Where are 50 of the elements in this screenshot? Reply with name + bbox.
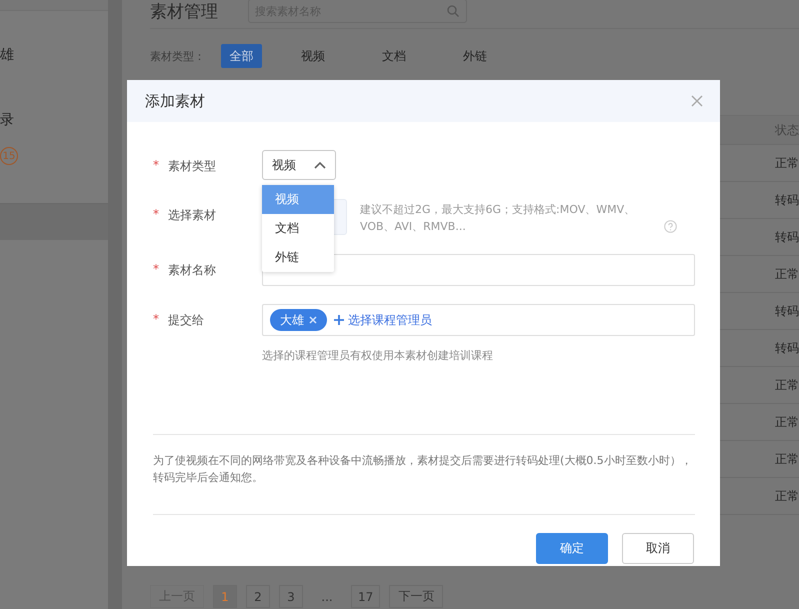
- table-cell: 正常: [775, 154, 799, 172]
- count-badge: 15: [0, 147, 18, 165]
- table-cell: 转码: [775, 340, 799, 356]
- search-icon[interactable]: [447, 5, 459, 17]
- filter-tab[interactable]: 外链: [463, 48, 544, 64]
- required-mark: *: [153, 158, 159, 174]
- required-mark: *: [153, 207, 159, 223]
- dialog-title: 添加素材: [145, 92, 205, 110]
- page-button[interactable]: 3: [279, 585, 303, 608]
- filter-tab[interactable]: 全部: [221, 44, 262, 68]
- filter-label: 素材类型：: [150, 48, 206, 64]
- confirm-button[interactable]: 确定: [536, 533, 608, 564]
- table-cell: 转码: [775, 192, 799, 208]
- pagination-ellipsis: ...: [320, 590, 334, 604]
- sidebar-item[interactable]: 录: [0, 111, 14, 129]
- plus-icon: [334, 315, 344, 325]
- filter-tab[interactable]: 文档: [382, 48, 463, 64]
- help-text: 选择的课程管理员有权使用本素材创建培训课程: [262, 348, 494, 363]
- field-label: 提交给: [168, 312, 204, 329]
- table-cell: 正常: [775, 266, 799, 282]
- table-cell: 正常: [775, 376, 799, 394]
- tag-chip[interactable]: 大雄: [270, 309, 327, 331]
- page-title: 素材管理: [150, 0, 218, 22]
- chevron-up-icon: [314, 161, 326, 169]
- table-cell: 正常: [775, 450, 799, 468]
- select-field[interactable]: 视频: [262, 150, 336, 180]
- next-page-button[interactable]: 下一页: [389, 585, 444, 608]
- required-mark: *: [153, 312, 159, 328]
- page-button[interactable]: 2: [246, 585, 270, 608]
- table-cell: 正常: [775, 488, 799, 504]
- table-cell: 转码: [775, 302, 799, 320]
- dropdown-item[interactable]: 文档: [262, 214, 334, 243]
- field-label: 选择素材: [168, 207, 216, 224]
- field-label: 素材类型: [168, 158, 216, 175]
- cancel-button[interactable]: 取消: [622, 533, 694, 564]
- help-icon[interactable]: [664, 220, 677, 233]
- page-button[interactable]: 17: [351, 585, 380, 608]
- close-icon[interactable]: [691, 95, 703, 107]
- table-cell: 正常: [775, 414, 799, 430]
- dropdown-item[interactable]: 外链: [262, 243, 334, 272]
- add-link[interactable]: 选择课程管理员: [334, 312, 432, 328]
- required-mark: *: [153, 262, 159, 278]
- dropdown-item[interactable]: 视频: [262, 185, 334, 214]
- hint-text: 建议不超过2G，最大支持6G；支持格式:MOV、WMV、VOB、AVI、RMVB...: [360, 202, 636, 235]
- table-cell: 转码: [775, 228, 799, 246]
- tag-input-field[interactable]: 大雄 选择课程管理员: [262, 304, 695, 336]
- field-label: 素材名称: [168, 262, 216, 279]
- notice-text: 为了使视频在不同的网络带宽及各种设备中流畅播放，素材提交后需要进行转码处理(大概0.5小时至数小时），转码完毕后会通知您。: [152, 453, 693, 486]
- sidebar-item[interactable]: 雄: [0, 46, 14, 64]
- filter-tab[interactable]: 视频: [301, 48, 382, 64]
